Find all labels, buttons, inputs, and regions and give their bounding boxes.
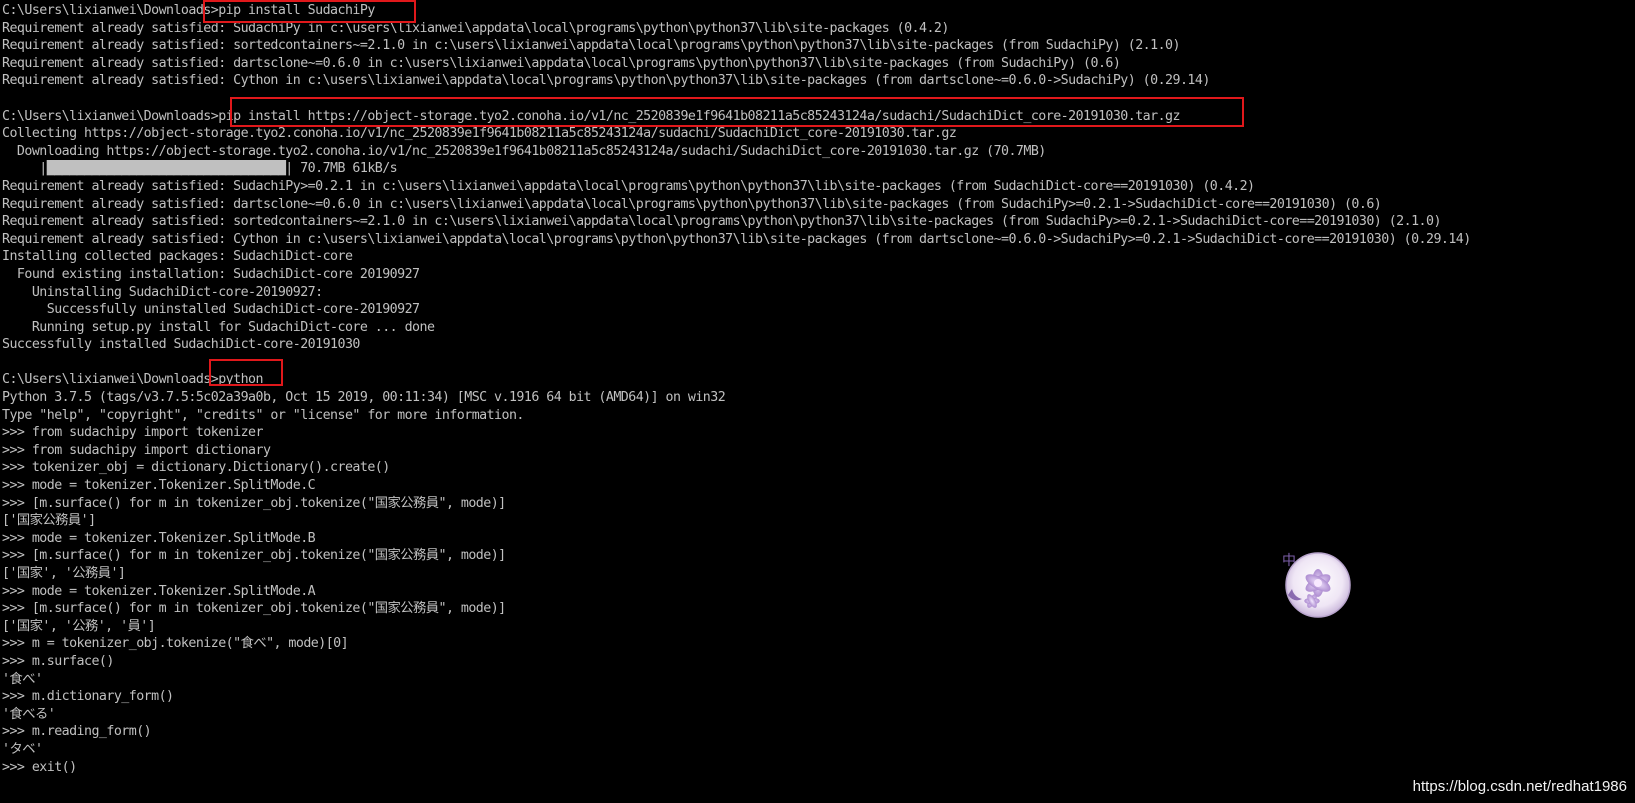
- console-line: C:\Users\lixianwei\Downloads>python: [2, 372, 264, 388]
- console-line: Requirement already satisfied: Cython in…: [2, 231, 1471, 247]
- console-line: Type "help", "copyright", "credits" or "…: [2, 407, 524, 423]
- console-line: >>> exit(): [2, 759, 77, 775]
- console-line: Installing collected packages: SudachiDi…: [2, 249, 353, 265]
- console-line: >>> mode = tokenizer.Tokenizer.SplitMode…: [2, 478, 316, 494]
- ime-mode-label: 中: [1282, 553, 1296, 569]
- console-line: Successfully installed SudachiDict-core-…: [2, 337, 360, 353]
- console-line: ['国家', '公務', '員']: [2, 618, 156, 634]
- console-line: >>> [m.surface() for m in tokenizer_obj.…: [2, 495, 506, 511]
- console-line: Downloading https://object-storage.tyo2.…: [2, 143, 1046, 159]
- console-line: ['国家', '公務員']: [2, 566, 126, 581]
- console-line: |████████████████████████████████| 70.7M…: [2, 161, 398, 177]
- console-line: 'タベ': [2, 741, 43, 757]
- console-line: Requirement already satisfied: SudachiPy…: [2, 178, 1255, 194]
- console-line: >>> [m.surface() for m in tokenizer_obj.…: [2, 548, 506, 564]
- console-line: >>> tokenizer_obj = dictionary.Dictionar…: [2, 460, 390, 476]
- console-line: Running setup.py install for SudachiDict…: [2, 319, 435, 335]
- console-line: '食べ': [2, 671, 43, 687]
- console-line: Uninstalling SudachiDict-core-20190927:: [2, 284, 323, 300]
- console-line: Requirement already satisfied: Cython in…: [2, 73, 1210, 89]
- console-line: Requirement already satisfied: dartsclon…: [2, 196, 1382, 212]
- console-line: Successfully uninstalled SudachiDict-cor…: [2, 302, 420, 318]
- flower-badge-icon: 中: [1282, 552, 1351, 618]
- console-line: >>> m.reading_form(): [2, 724, 152, 740]
- console-line: Collecting https://object-storage.tyo2.c…: [2, 126, 957, 142]
- console-line: >>> mode = tokenizer.Tokenizer.SplitMode…: [2, 583, 316, 599]
- console-line: >>> from sudachipy import tokenizer: [2, 425, 264, 441]
- console-line: Requirement already satisfied: dartsclon…: [2, 55, 1121, 71]
- console-line: >>> [m.surface() for m in tokenizer_obj.…: [2, 601, 506, 617]
- console-line: >>> m.surface(): [2, 653, 114, 669]
- console-line: '食べる': [2, 706, 56, 722]
- console-output[interactable]: C:\Users\lixianwei\Downloads>pip install…: [2, 2, 1635, 776]
- console-line: ['国家公務員']: [2, 513, 96, 529]
- ime-floating-badge[interactable]: 中: [1282, 551, 1358, 619]
- console-line: C:\Users\lixianwei\Downloads>pip install…: [2, 3, 375, 18]
- watermark-url: https://blog.csdn.net/redhat1986: [1412, 778, 1627, 795]
- console-line: >>> m.dictionary_form(): [2, 689, 174, 705]
- console-line: Requirement already satisfied: sortedcon…: [2, 214, 1441, 230]
- console-line: >>> mode = tokenizer.Tokenizer.SplitMode…: [2, 530, 316, 546]
- console-line: Requirement already satisfied: SudachiPy…: [2, 20, 949, 36]
- console-line: Found existing installation: SudachiDict…: [2, 266, 420, 282]
- console-line: C:\Users\lixianwei\Downloads>pip install…: [2, 108, 1181, 124]
- console-line: Requirement already satisfied: sortedcon…: [2, 38, 1181, 54]
- console-line: Python 3.7.5 (tags/v3.7.5:5c02a39a0b, Oc…: [2, 390, 726, 406]
- console-line: >>> m = tokenizer_obj.tokenize("食べ", mod…: [2, 636, 349, 652]
- console-line: >>> from sudachipy import dictionary: [2, 442, 271, 458]
